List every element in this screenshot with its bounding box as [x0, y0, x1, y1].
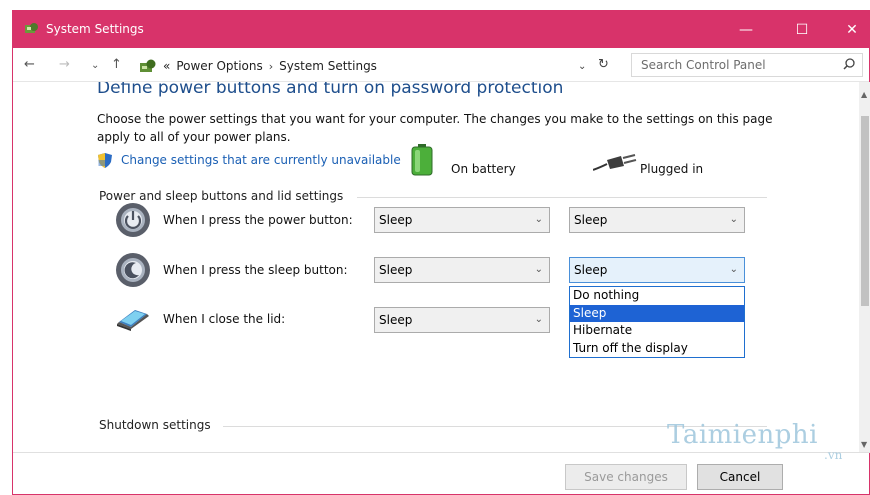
- up-arrow-icon[interactable]: ↑: [111, 57, 122, 72]
- scroll-up-icon[interactable]: ▲: [861, 90, 867, 99]
- chevron-down-icon: ⌄: [534, 264, 543, 275]
- system-settings-window: System Settings — ☐ ✕ ← → ⌄ ↑ « Power Op…: [12, 10, 870, 495]
- selected-value: Sleep: [574, 213, 608, 227]
- chevron-down-icon: ⌄: [729, 214, 738, 225]
- uac-shield-icon: [98, 153, 112, 168]
- power-plug-icon: [593, 154, 637, 171]
- on-battery-header: On battery: [451, 162, 516, 176]
- close-button[interactable]: ✕: [827, 11, 870, 48]
- search-icon[interactable]: [842, 57, 856, 71]
- address-dropdown-icon[interactable]: ⌄: [578, 61, 586, 72]
- selected-value: Sleep: [379, 213, 413, 227]
- option-sleep[interactable]: Sleep: [570, 304, 744, 322]
- shutdown-section-label: Shutdown settings: [99, 418, 211, 432]
- title-bar[interactable]: System Settings — ☐ ✕: [13, 11, 869, 48]
- content-area: Define power buttons and turn on passwor…: [13, 82, 859, 452]
- sleep-button-label: When I press the sleep button:: [163, 263, 348, 277]
- window-title: System Settings: [46, 22, 144, 36]
- power-sleep-section-label: Power and sleep buttons and lid settings: [99, 189, 344, 203]
- watermark-domain: .vn: [824, 448, 843, 462]
- refresh-icon[interactable]: ↻: [598, 57, 609, 72]
- search-placeholder: Search Control Panel: [641, 58, 766, 72]
- power-button-plugged-select[interactable]: Sleep ⌄: [569, 207, 745, 233]
- selected-value: Sleep: [379, 263, 413, 277]
- scrollbar-thumb[interactable]: [861, 116, 869, 306]
- sleep-button-icon: [116, 253, 150, 287]
- breadcrumb: « Power Options › System Settings: [139, 56, 377, 76]
- scroll-down-icon[interactable]: ▼: [861, 440, 867, 449]
- sleep-button-plugged-select[interactable]: Sleep ⌄: [569, 257, 745, 283]
- search-input[interactable]: Search Control Panel: [631, 53, 863, 77]
- chevron-down-icon: ⌄: [534, 314, 543, 325]
- selected-value: Sleep: [379, 313, 413, 327]
- power-button-label: When I press the power button:: [163, 213, 353, 227]
- page-title: Define power buttons and turn on passwor…: [97, 82, 564, 98]
- sleep-options-dropdown: Do nothing Sleep Hibernate Turn off the …: [569, 286, 745, 358]
- power-button-battery-select[interactable]: Sleep ⌄: [374, 207, 550, 233]
- option-turn-off-display[interactable]: Turn off the display: [570, 340, 744, 358]
- breadcrumb-separator[interactable]: ›: [269, 60, 273, 73]
- vertical-scrollbar[interactable]: ▲ ▼: [859, 82, 870, 452]
- close-lid-label: When I close the lid:: [163, 312, 286, 326]
- page-description: Choose the power settings that you want …: [97, 112, 773, 144]
- sleep-button-battery-select[interactable]: Sleep ⌄: [374, 257, 550, 283]
- laptop-lid-icon: [117, 310, 149, 331]
- save-changes-button[interactable]: Save changes: [565, 464, 687, 490]
- recent-locations-chevron-icon[interactable]: ⌄: [91, 60, 99, 71]
- footer-divider: [13, 452, 870, 453]
- option-do-nothing[interactable]: Do nothing: [570, 287, 744, 305]
- close-lid-battery-select[interactable]: Sleep ⌄: [374, 307, 550, 333]
- forward-arrow-icon[interactable]: →: [59, 57, 70, 72]
- address-bar: ← → ⌄ ↑ « Power Options › System Setting…: [13, 48, 869, 82]
- cancel-button[interactable]: Cancel: [697, 464, 783, 490]
- back-arrow-icon[interactable]: ←: [24, 57, 35, 72]
- power-button-icon: [116, 203, 150, 237]
- battery-icon: [411, 144, 433, 176]
- control-panel-folder-icon: [140, 59, 156, 72]
- maximize-button[interactable]: ☐: [777, 11, 827, 48]
- plugged-in-header: Plugged in: [640, 162, 704, 176]
- chevron-down-icon: ⌄: [729, 264, 738, 275]
- minimize-button[interactable]: —: [721, 11, 771, 48]
- option-hibernate[interactable]: Hibernate: [570, 322, 744, 340]
- breadcrumb-overflow[interactable]: «: [163, 59, 170, 73]
- control-panel-app-icon: [25, 23, 38, 33]
- watermark-logo: Taimienphi: [667, 420, 818, 450]
- chevron-down-icon: ⌄: [534, 214, 543, 225]
- change-settings-link[interactable]: Change settings that are currently unava…: [121, 153, 401, 167]
- breadcrumb-system-settings[interactable]: System Settings: [279, 59, 377, 73]
- breadcrumb-power-options[interactable]: Power Options: [176, 59, 262, 73]
- selected-value: Sleep: [574, 263, 608, 277]
- section-divider: [357, 197, 767, 198]
